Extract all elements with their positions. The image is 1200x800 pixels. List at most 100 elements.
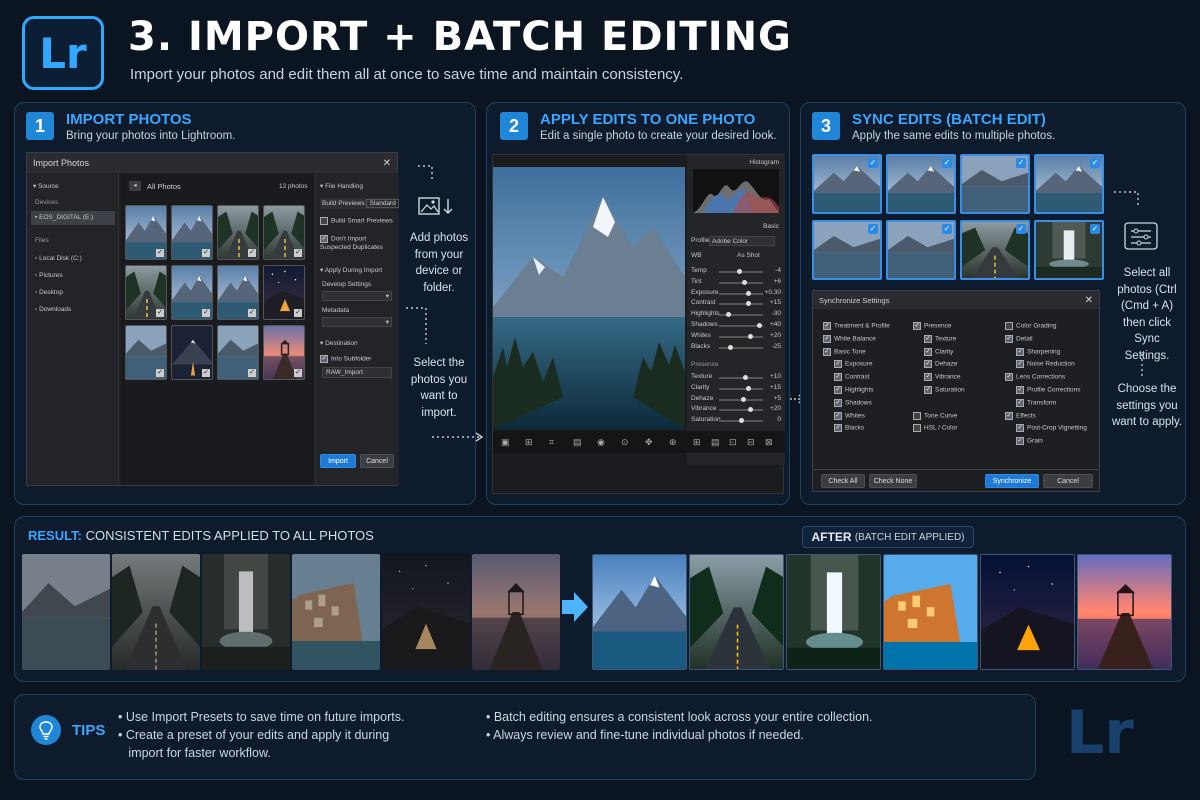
sync-setting-checkbox[interactable]: ✓ Noise Reduction [1016,360,1075,369]
sync-setting-checkbox[interactable]: HSL / Color [913,424,957,433]
sync-setting-checkbox[interactable]: ✓ Whites [834,411,865,420]
checkbox-icon[interactable]: ✓ [924,347,932,356]
sync-setting-checkbox[interactable]: ✓ Effects [1005,411,1036,420]
tool-icon[interactable]: ⊠ [765,437,773,448]
import-thumbnail[interactable]: ✓ [171,325,213,380]
sync-setting-checkbox[interactable]: Tone Curve [913,411,957,420]
sync-thumbnail[interactable]: ✓ [1034,220,1104,280]
checkbox-icon[interactable]: ✓ [823,322,831,330]
tool-icon[interactable]: ◉ [597,437,605,448]
adjustment-slider[interactable] [719,290,763,296]
checkbox-icon[interactable]: ✓ [1005,373,1013,382]
import-thumbnail[interactable]: ✓ [217,325,259,380]
tool-icon[interactable]: ⊙ [621,437,629,448]
sync-setting-checkbox[interactable]: ✓ Exposure [834,360,872,369]
tool-icon[interactable]: ✥ [645,437,653,448]
sync-setting-checkbox[interactable]: ✓ Grain [1016,437,1043,446]
sync-setting-checkbox[interactable]: ✓ Sharpening [1016,347,1060,356]
sync-setting-checkbox[interactable]: ✓ Post-Crop Vignetting [1016,424,1087,433]
checkbox-icon[interactable] [913,424,921,433]
checkbox-icon[interactable]: ✓ [834,386,842,394]
adjustment-slider[interactable] [719,323,763,328]
import-thumbnail[interactable]: ✓ [125,325,167,380]
dont-import-duplicates-checkbox[interactable]: ✓ Don't Import Suspected Duplicates [320,235,398,252]
checkbox-icon[interactable]: ✓ [1005,411,1013,420]
sync-setting-checkbox[interactable]: ✓ Vibrance [924,373,961,382]
slider-knob[interactable] [745,290,751,296]
checkbox-icon[interactable]: ✓ [202,249,210,257]
sync-setting-checkbox[interactable]: ✓ Lens Corrections [1005,373,1065,382]
adjustment-slider[interactable] [719,312,763,318]
slider-knob[interactable] [741,279,747,285]
slider-knob[interactable] [739,418,744,424]
sync-setting-checkbox[interactable]: ✓ Basic Tone [823,347,866,356]
checkbox-icon[interactable]: ✓ [294,369,302,377]
checkbox-icon[interactable]: ✓ [202,309,210,317]
checkbox-icon[interactable]: ✓ [834,424,842,433]
sync-setting-checkbox[interactable]: ✓ White Balance [823,334,876,343]
checkbox-icon[interactable]: ✓ [924,386,932,394]
checkbox-icon[interactable]: ✓ [823,347,831,356]
cancel-button[interactable]: Cancel [360,454,394,468]
tool-icon[interactable]: ⊞ [525,437,533,448]
smart-previews-checkbox[interactable]: Build Smart Previews [320,217,393,225]
sync-thumbnail[interactable]: ✓ [960,220,1030,280]
checkbox-icon[interactable]: ✓ [1005,334,1013,343]
slider-knob[interactable] [737,269,743,274]
checkbox-icon[interactable]: ✓ [248,309,256,317]
back-arrow-icon[interactable]: ◂ [129,181,141,191]
checkbox-icon[interactable]: ✓ [834,411,842,420]
sync-setting-checkbox[interactable]: ✓ Shadows [834,398,872,407]
tool-icon[interactable]: ⌗ [549,437,554,448]
checkbox-icon[interactable]: ✓ [294,249,302,257]
adjustment-slider[interactable] [719,269,763,274]
import-thumbnail[interactable]: ✓ [125,205,167,260]
checkbox-icon[interactable]: ✓ [1016,437,1024,446]
check-all-button[interactable]: Check All [821,474,865,488]
sync-thumbnail[interactable]: ✓ [812,154,882,214]
checkbox-icon[interactable]: ✓ [924,373,932,382]
sync-setting-checkbox[interactable]: ✓ Detail [1005,334,1033,343]
sync-setting-checkbox[interactable]: ✓ Dehaze [924,360,957,369]
sync-thumbnail[interactable]: ✓ [886,154,956,214]
checkbox-icon[interactable]: ✓ [1016,360,1024,369]
wb-select[interactable]: As Shot [737,252,760,259]
slider-knob[interactable] [745,385,751,391]
sync-setting-checkbox[interactable]: Color Grading [1005,322,1056,330]
adjustment-slider[interactable] [719,333,763,339]
import-thumbnail[interactable]: ✓ [217,265,259,320]
tool-icon[interactable]: ⊞ [693,437,701,448]
import-button[interactable]: Import [320,454,356,468]
adjustment-slider[interactable] [719,396,763,402]
slider-knob[interactable] [725,312,731,318]
adjustment-slider[interactable] [719,301,763,307]
slider-knob[interactable] [745,301,751,307]
checkbox-icon[interactable]: ✓ [294,309,302,317]
import-thumbnail[interactable]: ✓ [125,265,167,320]
sync-thumbnail[interactable]: ✓ [886,220,956,280]
sync-setting-checkbox[interactable]: ✓ Treatment & Profile [823,322,890,330]
adjustment-slider[interactable] [719,407,763,413]
slider-knob[interactable] [756,323,762,328]
tool-icon[interactable]: ▤ [573,437,582,448]
file-item-downloads[interactable]: ▫ Downloads [35,306,71,313]
tool-icon[interactable]: ⊟ [747,437,755,448]
sync-setting-checkbox[interactable]: ✓ Contrast [834,373,870,382]
slider-knob[interactable] [743,375,749,380]
sync-thumbnail[interactable]: ✓ [1034,154,1104,214]
checkbox-icon[interactable]: ✓ [834,398,842,407]
checkbox-icon[interactable]: ✓ [924,360,932,369]
checkbox-icon[interactable]: ✓ [1016,386,1024,394]
checkbox-icon[interactable]: ✓ [156,369,164,377]
into-subfolder-checkbox[interactable]: ✓ Into Subfolder [320,355,371,363]
slider-knob[interactable] [741,396,747,402]
import-thumbnail[interactable]: ✓ [217,205,259,260]
build-previews-select[interactable]: Build Previews Standard [320,198,399,209]
sync-setting-checkbox[interactable]: ✓ Transform [1016,398,1056,407]
sync-setting-checkbox[interactable]: ✓ Highlights [834,386,874,394]
device-item[interactable]: ▪ EOS_DIGITAL (E:) [31,211,115,225]
slider-knob[interactable] [728,344,733,350]
checkbox-icon[interactable]: ✓ [924,334,932,343]
source-header[interactable]: ▾ Source [33,182,59,190]
close-icon[interactable]: ✕ [1085,295,1093,306]
